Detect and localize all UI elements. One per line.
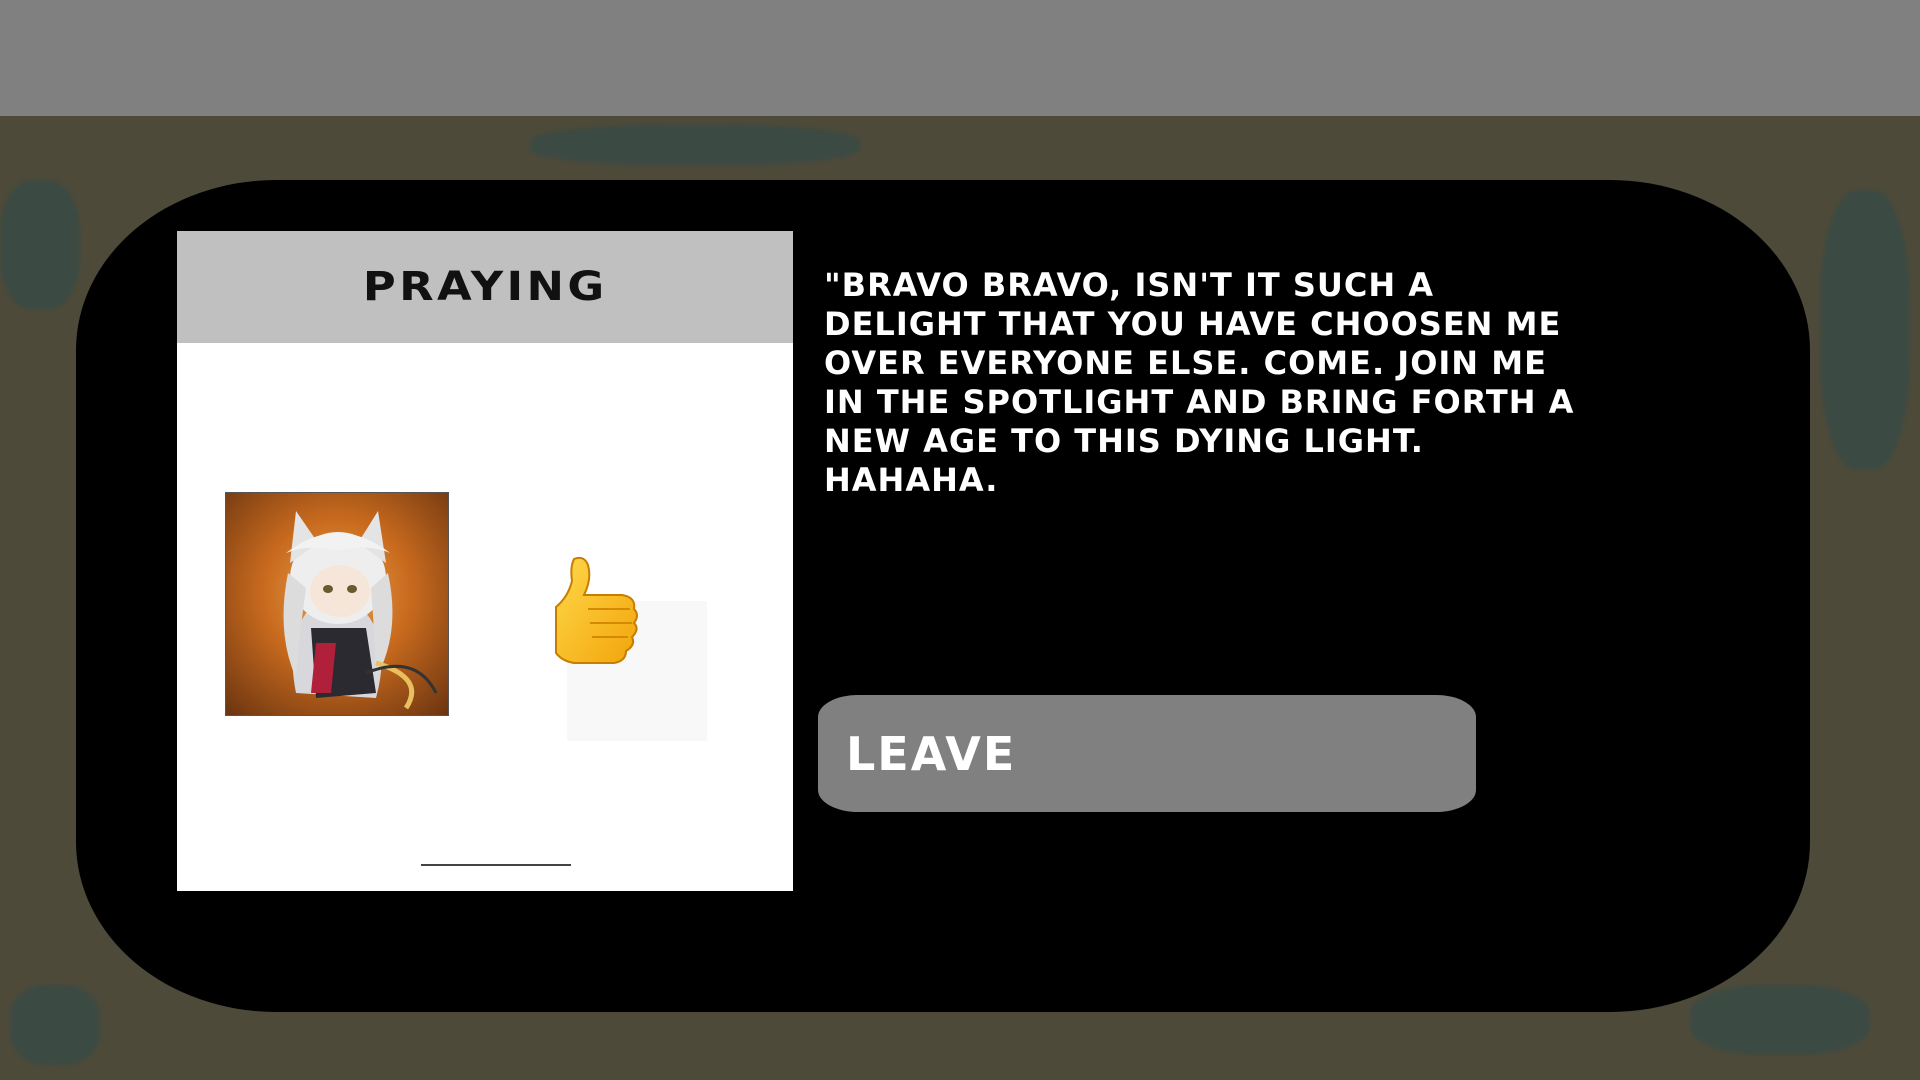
dialogue-text: "BRAVO BRAVO, ISN'T IT SUCH A DELIGHT TH… [824, 266, 1575, 499]
background-brush-stroke [530, 125, 860, 165]
card-header: PRAYING [177, 231, 793, 343]
background-brush-stroke [10, 985, 100, 1065]
top-bar [0, 0, 1920, 116]
leave-button[interactable]: LEAVE [818, 695, 1476, 812]
leave-button-label: LEAVE [846, 726, 1017, 781]
character-illustration [283, 511, 438, 710]
praying-card: PRAYING [177, 231, 793, 891]
background-brush-stroke [0, 180, 80, 310]
background-brush-stroke [1820, 190, 1910, 470]
background-brush-stroke [1690, 985, 1870, 1055]
thumbs-up-icon [555, 556, 638, 664]
card-divider [421, 864, 571, 866]
character-portrait [226, 493, 448, 715]
card-title: PRAYING [362, 264, 608, 310]
